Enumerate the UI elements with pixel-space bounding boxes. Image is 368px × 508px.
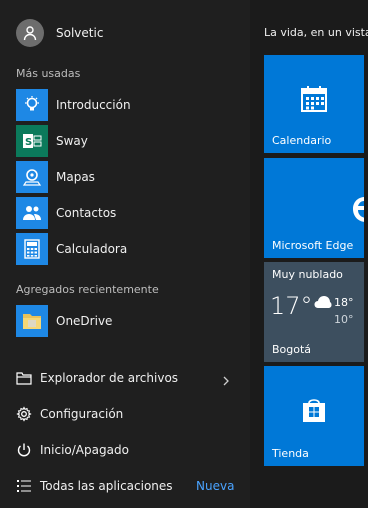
all-apps-item[interactable]: Todas las aplicaciones Nueva	[0, 469, 250, 503]
app-item-mapas[interactable]: Mapas	[0, 160, 250, 194]
tile-label: Tienda	[272, 447, 309, 460]
tile-weather[interactable]: Muy nublado 17° 18° 10° Bogotá	[264, 262, 364, 362]
section-most-used: Más usadas	[16, 67, 81, 80]
onedrive-folder-icon	[16, 305, 48, 337]
list-icon	[16, 478, 32, 494]
power-label: Inicio/Apagado	[40, 443, 129, 457]
app-item-onedrive[interactable]: OneDrive	[0, 304, 250, 338]
app-item-contactos[interactable]: Contactos	[0, 196, 250, 230]
app-item-calculadora[interactable]: Calculadora	[0, 232, 250, 266]
tile-microsoft-edge[interactable]: Microsoft Edge	[264, 158, 364, 258]
settings-label: Configuración	[40, 407, 124, 421]
tile-label: Microsoft Edge	[272, 239, 354, 252]
weather-high: 18°	[334, 296, 354, 309]
calendar-icon	[300, 85, 328, 117]
tile-label: Calendario	[272, 134, 332, 147]
tile-group-title[interactable]: La vida, en un vistaz	[264, 26, 368, 39]
calculator-icon	[16, 233, 48, 265]
app-item-introduccion[interactable]: Introducción	[0, 88, 250, 122]
weather-temperature: 17°	[270, 292, 313, 320]
app-label: OneDrive	[56, 314, 113, 328]
store-bag-icon	[300, 396, 328, 428]
app-label: Introducción	[56, 98, 131, 112]
start-menu-left-pane: Solvetic Más usadas Introducción S Sway …	[0, 0, 250, 508]
app-label: Sway	[56, 134, 88, 148]
new-badge: Nueva	[196, 479, 235, 493]
maps-icon	[16, 161, 48, 193]
weather-city: Bogotá	[272, 343, 312, 356]
section-recently-added: Agregados recientemente	[16, 283, 159, 296]
power-item[interactable]: Inicio/Apagado	[0, 433, 250, 467]
user-name: Solvetic	[56, 26, 104, 40]
file-explorer-label: Explorador de archivos	[40, 371, 179, 385]
user-account[interactable]: Solvetic	[0, 16, 250, 50]
app-label: Contactos	[56, 206, 117, 220]
user-avatar-icon	[16, 19, 44, 47]
app-label: Mapas	[56, 170, 95, 184]
chevron-right-icon[interactable]	[220, 372, 232, 386]
gear-icon	[16, 406, 32, 422]
cloud-icon	[314, 294, 332, 313]
lightbulb-icon	[16, 89, 48, 121]
contacts-icon	[16, 197, 48, 229]
folder-icon	[16, 370, 32, 386]
tile-store[interactable]: Tienda	[264, 366, 364, 466]
file-explorer-item[interactable]: Explorador de archivos	[0, 361, 250, 395]
app-item-sway[interactable]: S Sway	[0, 124, 250, 158]
app-label: Calculadora	[56, 242, 128, 256]
tile-calendar[interactable]: Calendario	[264, 55, 364, 153]
settings-item[interactable]: Configuración	[0, 397, 250, 431]
sway-icon: S	[16, 125, 48, 157]
all-apps-label: Todas las aplicaciones	[40, 479, 173, 493]
svg-text:S: S	[25, 137, 32, 148]
edge-icon	[350, 196, 364, 226]
weather-low: 10°	[334, 313, 354, 326]
power-icon	[16, 442, 32, 458]
weather-condition: Muy nublado	[272, 268, 343, 281]
